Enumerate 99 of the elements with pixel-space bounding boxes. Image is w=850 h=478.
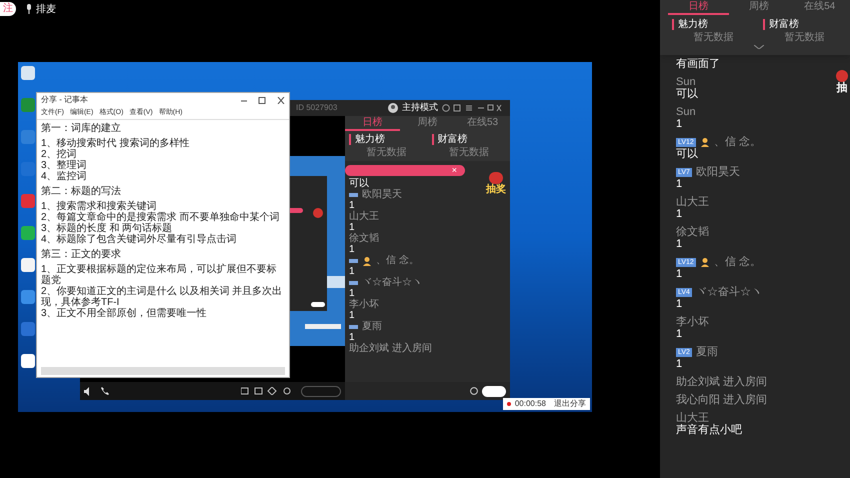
chat-username: 、信 念。 xyxy=(714,136,761,148)
chat-username: 、信 念。 xyxy=(376,255,419,266)
outlined-button[interactable] xyxy=(301,386,341,396)
chat-message: 可以 xyxy=(676,88,698,100)
level-badge xyxy=(349,324,358,328)
ranking-tab[interactable]: 周榜 xyxy=(400,116,455,131)
chat-username: 欧阳昊天 xyxy=(362,189,402,200)
recording-time: 00:00:58 xyxy=(514,398,546,410)
chat-username: 夏雨 xyxy=(696,346,718,358)
board-title: 魅力榜 xyxy=(349,134,385,145)
chat-message: 声音有点小吧 xyxy=(676,424,742,436)
chat-message: 1 xyxy=(676,328,682,340)
avatar-icon xyxy=(388,103,398,113)
list-item-text: 3、标题的长度 和 两句话标题 xyxy=(41,223,174,234)
chat-message: 1 xyxy=(676,238,682,250)
scrollbar[interactable] xyxy=(41,367,285,375)
list-item-text: 3、正文不用全部原创，但需要唯一性 xyxy=(41,308,208,319)
chat-username: ヾ☆奋斗☆ヽ xyxy=(696,286,762,298)
level-badge xyxy=(349,280,358,284)
chat-username: 徐文韬 xyxy=(676,226,709,238)
board-title: 财富榜 xyxy=(432,134,468,145)
chat-message: 可以 xyxy=(349,178,369,189)
ranking-tab[interactable]: 在线54 xyxy=(789,0,850,15)
empty-status: 暂无数据 xyxy=(694,32,734,43)
list-item-text: 2、每篇文章命中的是搜索需求 而不要单独命中某个词 xyxy=(41,212,280,223)
join-notice: 我心向阳 进入房间 xyxy=(676,394,768,406)
desktop-app-icon[interactable] xyxy=(21,258,35,272)
list-item-text: 2、挖词 xyxy=(41,149,78,160)
emoji-icon[interactable] xyxy=(470,387,478,395)
chat-message: 有画面了 xyxy=(676,58,720,70)
empty-status: 暂无数据 xyxy=(448,147,489,158)
chat-username: 山大王 xyxy=(676,196,709,208)
host-mode-label: 主持模式 xyxy=(402,101,438,114)
level-badge xyxy=(349,258,358,262)
chat-username: 、信 念。 xyxy=(714,256,761,268)
close-button[interactable]: × xyxy=(452,166,457,175)
desktop-app-icon[interactable] xyxy=(21,66,35,80)
ranking-tab[interactable]: 日榜 xyxy=(668,0,729,15)
chevron-down-icon[interactable] xyxy=(754,45,764,49)
chat-message: 1 xyxy=(349,222,355,233)
chat-message: 1 xyxy=(676,358,682,370)
avatar-icon xyxy=(700,257,710,267)
level-badge xyxy=(349,192,358,196)
lottery-button[interactable]: 抽 xyxy=(836,82,848,94)
chat-message: 1 xyxy=(676,178,682,190)
chat-username: Sun xyxy=(676,76,696,88)
chat-username: 夏雨 xyxy=(362,321,382,332)
window-title: 分享 - 记事本 xyxy=(41,94,88,106)
list-item-text: 3、整理词 xyxy=(41,160,88,171)
board-title: 财富榜 xyxy=(763,19,799,30)
ranking-tab[interactable]: 周榜 xyxy=(728,0,790,15)
chat-username: ヾ☆奋斗☆ヽ xyxy=(362,277,422,288)
list-item-text: 1、正文要根据标题的定位来布局，可以扩展但不要标题党 xyxy=(41,264,277,286)
chat-username: 徐文韬 xyxy=(349,233,379,244)
join-notice: 助企刘斌 进入房间 xyxy=(676,376,768,388)
lottery-button[interactable]: 抽奖 xyxy=(486,184,506,196)
stop-sharing-button[interactable]: 退出分享 xyxy=(554,398,586,410)
chat-username: 山大王 xyxy=(349,211,379,222)
chat-message: 1 xyxy=(349,244,355,255)
chat-message: 1 xyxy=(676,268,682,280)
chat-message: 1 xyxy=(349,332,355,343)
list-item-text: 1、搜索需求和搜索关键词 xyxy=(41,201,157,212)
avatar-icon xyxy=(362,256,372,266)
chat-username: Sun xyxy=(676,106,696,118)
chat-username: 李小坏 xyxy=(676,316,709,328)
toolbar-icons[interactable] xyxy=(241,387,293,395)
send-button[interactable] xyxy=(482,386,506,396)
window-controls-icon[interactable] xyxy=(241,96,285,104)
follow-button[interactable]: 注 xyxy=(0,2,16,16)
desktop-app-icon[interactable] xyxy=(21,354,35,368)
mic-queue-label[interactable]: 排麦 xyxy=(36,2,56,16)
chat-username: 李小坏 xyxy=(349,299,379,310)
empty-status: 暂无数据 xyxy=(366,147,406,158)
chat-message: 1 xyxy=(676,118,682,130)
chat-message: 1 xyxy=(349,310,355,321)
list-item-text: 1、移动搜索时代 搜索词的多样性 xyxy=(41,138,190,149)
room-id: ID 5027903 xyxy=(296,102,338,114)
list-item-text: 2、你要知道正文的主词是什么 以及相关词 并且多次出现，具体参考TF-I xyxy=(41,286,284,308)
empty-status: 暂无数据 xyxy=(784,32,824,43)
chat-message: 1 xyxy=(349,266,355,277)
heading-text: 第二：标题的写法 xyxy=(41,186,122,197)
microphone-icon xyxy=(26,4,32,14)
window-controls-icon[interactable] xyxy=(442,104,502,112)
ranking-tab[interactable]: 在线53 xyxy=(455,116,510,131)
list-item-text: 4、标题除了包含关键词外尽量有引导点击词 xyxy=(41,234,238,245)
chat-message: 1 xyxy=(349,200,355,211)
chat-username: 欧阳昊天 xyxy=(696,166,740,178)
chat-message: 1 xyxy=(676,298,682,310)
avatar-icon xyxy=(700,137,710,147)
join-notice: 助企刘斌 进入房间 xyxy=(349,343,432,354)
heading-text: 第一：词库的建立 xyxy=(41,123,122,134)
chat-message: 1 xyxy=(676,208,682,220)
chat-message: 1 xyxy=(349,288,355,299)
list-item-text: 4、监控词 xyxy=(41,171,88,182)
chat-message: 可以 xyxy=(676,148,698,160)
board-title: 魅力榜 xyxy=(672,19,708,30)
heading-text: 第三：正文的要求 xyxy=(41,249,122,260)
phone-icon[interactable] xyxy=(101,387,109,395)
chat-username: 山大王 xyxy=(676,412,709,424)
